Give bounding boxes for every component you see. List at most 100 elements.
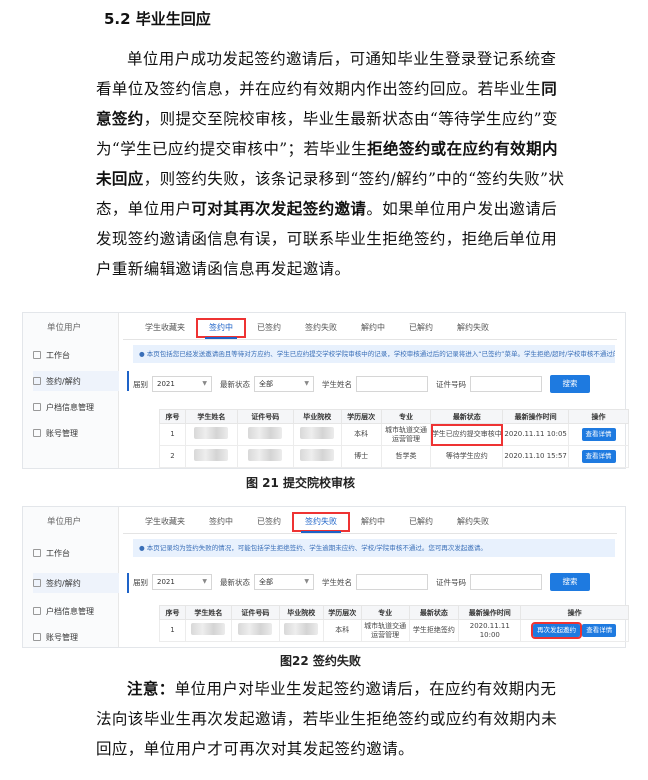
table-row: 1 本科 城市轨道交通运营管理 学生拒绝签约 2020.11.11 10:00 … <box>159 619 629 642</box>
account-icon <box>33 633 41 641</box>
status-label: 最新状态 <box>220 577 250 587</box>
sign-icon <box>33 377 41 385</box>
search-button[interactable]: 搜索 <box>550 573 590 591</box>
workbench-icon <box>33 351 41 359</box>
name-label: 学生姓名 <box>322 379 352 389</box>
name-input[interactable] <box>356 574 428 590</box>
figure-22-screenshot: 单位用户 工作台 签约/解约 户档信息管理 账号管理 学生收藏夹 签约中 已签约… <box>22 506 629 648</box>
status-highlight: 学生已应约提交审核中 <box>430 423 504 446</box>
paragraph-intro: 单位用户成功发起签约邀请后，可通知毕业生登录登记系统查看单位及签约信息，并在应约… <box>96 44 566 284</box>
sidebar-item-archive[interactable]: 户档信息管理 <box>33 397 94 417</box>
cert-input[interactable] <box>470 574 542 590</box>
tab-favorites[interactable]: 学生收藏夹 <box>133 319 197 337</box>
tab-terminate-failed[interactable]: 解约失败 <box>445 319 501 337</box>
chevron-down-icon: ▼ <box>202 380 207 387</box>
col-school: 毕业院校 <box>278 605 324 620</box>
view-details-button[interactable]: 查看详情 <box>581 450 616 463</box>
col-name: 学生姓名 <box>184 409 238 424</box>
sidebar-item-account[interactable]: 账号管理 <box>33 423 78 443</box>
col-school: 毕业院校 <box>292 409 342 424</box>
view-details-button[interactable]: 查看详情 <box>582 624 617 637</box>
view-details-button[interactable]: 查看详情 <box>581 428 616 441</box>
body-text: 单位用户成功发起签约邀请后，可通知毕业生登录登记系统查看单位及签约信息，并在应约… <box>96 50 557 98</box>
redacted-school <box>300 449 335 461</box>
year-select[interactable]: 2021 ▼ <box>152 376 212 392</box>
tab-signed[interactable]: 已签约 <box>245 513 293 531</box>
tab-sign-failed[interactable]: 签约失败 <box>292 512 350 533</box>
redacted-name <box>191 623 226 635</box>
cert-input[interactable] <box>470 376 542 392</box>
cert-label: 证件号码 <box>436 379 466 389</box>
cert-label: 证件号码 <box>436 577 466 587</box>
chevron-down-icon: ▼ <box>202 578 207 585</box>
sidebar-title: 单位用户 <box>47 517 82 527</box>
name-input[interactable] <box>356 376 428 392</box>
records-table: 序号 学生姓名 证件号码 毕业院校 学历层次 专业 最新状态 最新操作时间 操作… <box>159 605 629 642</box>
notice-banner: ● 本页包括您已经发送邀请函且等待对方应约、学生已应约提交学校学院审核中的记录，… <box>133 345 615 363</box>
tab-divider <box>123 533 617 534</box>
sidebar-item-workbench[interactable]: 工作台 <box>33 345 70 365</box>
col-no: 序号 <box>159 605 186 620</box>
sidebar-title: 单位用户 <box>47 323 82 333</box>
tab-bar: 学生收藏夹 签约中 已签约 签约失败 解约中 已解约 解约失败 <box>133 512 501 533</box>
search-button[interactable]: 搜索 <box>550 375 590 393</box>
sidebar-item-sign[interactable]: 签约/解约 <box>33 573 129 593</box>
col-time: 最新操作时间 <box>458 605 522 620</box>
redacted-school <box>300 427 335 439</box>
redacted-cert <box>248 449 283 461</box>
tab-terminate-failed[interactable]: 解约失败 <box>445 513 501 531</box>
filter-bar: 届别 2021 ▼ 最新状态 全部 ▼ 学生姓名 证件号码 搜索 <box>133 375 615 393</box>
tab-favorites[interactable]: 学生收藏夹 <box>133 513 197 531</box>
tab-signing[interactable]: 签约中 <box>197 513 245 531</box>
reinvite-button[interactable]: 再次发起邀约 <box>531 622 583 639</box>
col-major: 专业 <box>360 605 410 620</box>
status-label: 最新状态 <box>220 379 250 389</box>
redacted-cert <box>238 623 273 635</box>
col-major: 专业 <box>380 409 432 424</box>
name-label: 学生姓名 <box>322 577 352 587</box>
sign-icon <box>33 579 41 587</box>
figure-21-caption: 图 21 提交院校审核 <box>246 476 356 490</box>
sidebar-item-sign[interactable]: 签约/解约 <box>33 371 129 391</box>
col-action: 操作 <box>568 409 629 424</box>
sidebar: 单位用户 工作台 签约/解约 户档信息管理 账号管理 <box>23 313 129 468</box>
year-select[interactable]: 2021 ▼ <box>152 574 212 590</box>
col-no: 序号 <box>159 409 186 424</box>
col-cert: 证件号码 <box>230 605 280 620</box>
section-heading: 5.2 毕业生回应 <box>104 10 211 28</box>
col-time: 最新操作时间 <box>502 409 570 424</box>
col-name: 学生姓名 <box>184 605 232 620</box>
tab-terminated[interactable]: 已解约 <box>397 513 445 531</box>
status-select[interactable]: 全部 ▼ <box>254 574 314 590</box>
account-icon <box>33 429 41 437</box>
emphasis-text: 可对其再次发起签约邀请 <box>191 199 367 218</box>
table-row: 2 博士 哲学类 等待学生应约 2020.11.10 15:57 查看详情 <box>159 445 629 468</box>
tab-signing[interactable]: 签约中 <box>196 318 246 339</box>
archive-icon <box>33 403 41 411</box>
note-label: 注意： <box>127 679 175 698</box>
status-select[interactable]: 全部 ▼ <box>254 376 314 392</box>
col-level: 学历层次 <box>340 409 382 424</box>
records-table: 序号 学生姓名 证件号码 毕业院校 学历层次 专业 最新状态 最新操作时间 操作… <box>159 409 629 468</box>
tab-terminated[interactable]: 已解约 <box>397 319 445 337</box>
tab-sign-failed[interactable]: 签约失败 <box>293 319 349 337</box>
tab-terminating[interactable]: 解约中 <box>349 513 397 531</box>
note-paragraph: 注意：单位用户对毕业生发起签约邀请后，在应约有效期内无法向该毕业生再次发起邀请，… <box>96 674 566 764</box>
redacted-school <box>284 623 319 635</box>
sidebar: 单位用户 工作台 签约/解约 户档信息管理 账号管理 <box>23 507 129 647</box>
figure-22-caption: 图22 签约失败 <box>280 654 361 668</box>
chevron-down-icon: ▼ <box>304 380 309 387</box>
sidebar-item-workbench[interactable]: 工作台 <box>33 543 70 563</box>
tab-terminating[interactable]: 解约中 <box>349 319 397 337</box>
year-label: 届别 <box>133 379 148 389</box>
workbench-icon <box>33 549 41 557</box>
sidebar-item-account[interactable]: 账号管理 <box>33 627 78 647</box>
notice-banner: ● 本页记录均为签约失败的情况，可能包括学生拒绝签约、学生逾期未应约、学校/学院… <box>133 539 615 557</box>
redacted-name <box>194 427 229 439</box>
year-label: 届别 <box>133 577 148 587</box>
col-level: 学历层次 <box>322 605 362 620</box>
tab-signed[interactable]: 已签约 <box>245 319 293 337</box>
sidebar-item-archive[interactable]: 户档信息管理 <box>33 601 94 621</box>
col-action: 操作 <box>520 605 629 620</box>
redacted-cert <box>248 427 283 439</box>
